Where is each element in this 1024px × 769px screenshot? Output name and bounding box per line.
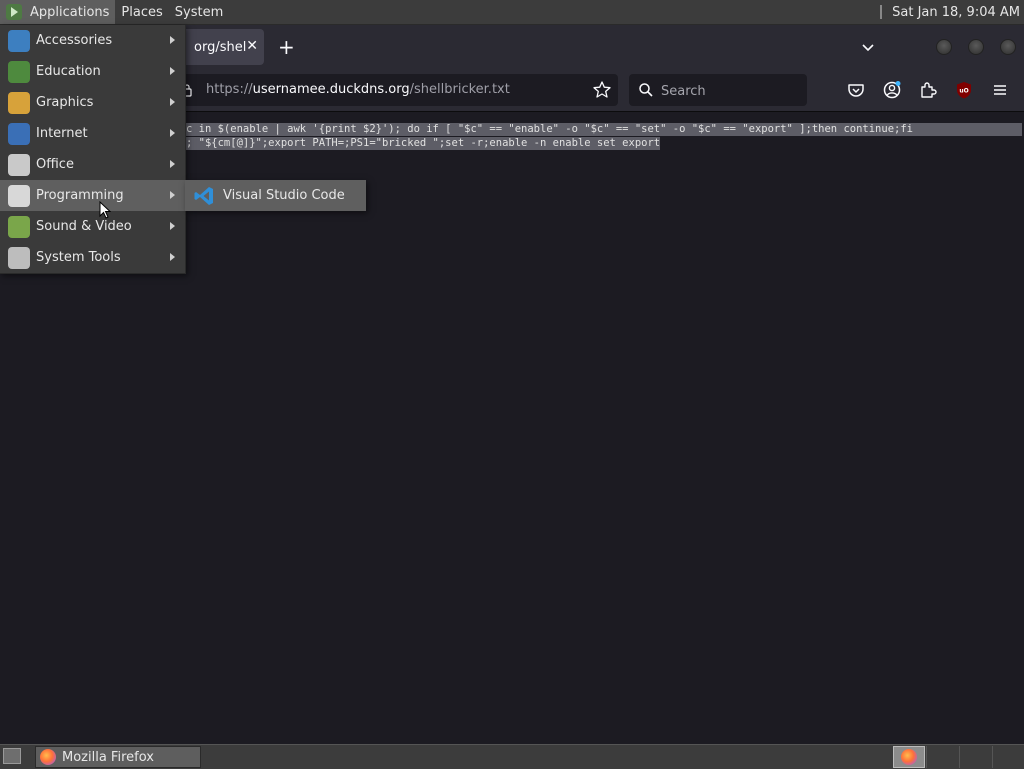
graphics-icon xyxy=(8,91,30,114)
accessories-icon xyxy=(8,29,30,52)
minimize-button[interactable] xyxy=(936,39,952,55)
menu-item-label: Office xyxy=(36,157,74,172)
menu-item-sound-video[interactable]: Sound & Video xyxy=(0,211,185,242)
clock-label: Sat Jan 18, 9:04 AM xyxy=(892,4,1020,20)
menu-item-label: Internet xyxy=(36,126,88,141)
menu-item-system-tools[interactable]: System Tools xyxy=(0,242,185,273)
top-panel: Applications Places System Sat Jan 18, 9… xyxy=(0,0,1024,25)
menu-item-office[interactable]: Office xyxy=(0,149,185,180)
applications-dropdown: Accessories Education Graphics Internet Offi… xyxy=(0,25,186,274)
system-tools-icon xyxy=(8,246,30,269)
url-host: usernamee.duckdns.org xyxy=(252,82,410,97)
url-path: /shellbricker.txt xyxy=(409,82,510,97)
applications-logo-icon xyxy=(6,4,22,20)
submenu-item-label: Visual Studio Code xyxy=(223,188,345,203)
close-tab-icon[interactable]: ✕ xyxy=(246,38,258,54)
submenu-arrow-icon xyxy=(170,129,175,137)
programming-icon xyxy=(8,184,30,207)
places-menu-label: Places xyxy=(121,4,163,20)
menu-item-programming[interactable]: Programming xyxy=(0,180,185,211)
internet-icon xyxy=(8,122,30,145)
selected-code-line: c in $(enable | awk '{print $2}'); do if… xyxy=(186,123,1022,136)
search-input[interactable] xyxy=(659,80,803,102)
pocket-icon[interactable] xyxy=(846,80,866,100)
applications-menu-label: Applications xyxy=(30,4,110,20)
show-desktop-icon[interactable] xyxy=(3,748,21,764)
taskbar-window-label: Mozilla Firefox xyxy=(62,749,154,765)
submenu-arrow-icon xyxy=(170,98,175,106)
menu-item-accessories[interactable]: Accessories xyxy=(0,25,185,56)
submenu-arrow-icon xyxy=(170,36,175,44)
menu-item-label: Sound & Video xyxy=(36,219,132,234)
menu-item-label: Accessories xyxy=(36,33,113,48)
mouse-cursor-icon xyxy=(99,201,111,219)
submenu-arrow-icon xyxy=(170,191,175,199)
office-icon xyxy=(8,153,30,176)
menu-item-graphics[interactable]: Graphics xyxy=(0,87,185,118)
menu-item-internet[interactable]: Internet xyxy=(0,118,185,149)
menu-item-label: Graphics xyxy=(36,95,94,110)
system-menu-label: System xyxy=(174,4,224,20)
browser-tab[interactable]: org/shellbricker.txt ✕ xyxy=(176,29,264,65)
panel-separator xyxy=(880,5,883,19)
workspace-switcher-4[interactable] xyxy=(992,746,1024,768)
chevron-down-icon[interactable] xyxy=(860,39,876,55)
firefox-icon xyxy=(901,749,917,765)
new-tab-button[interactable]: + xyxy=(278,35,295,59)
close-window-button[interactable] xyxy=(1000,39,1016,55)
bottom-panel: Mozilla Firefox xyxy=(0,744,1024,769)
submenu-arrow-icon xyxy=(170,160,175,168)
applications-menu[interactable]: Applications xyxy=(0,0,116,24)
search-icon xyxy=(639,83,653,97)
url-text: https://usernamee.duckdns.org/shellbrick… xyxy=(206,82,510,97)
menu-item-education[interactable]: Education xyxy=(0,56,185,87)
ublock-origin-icon[interactable]: uO xyxy=(954,80,974,100)
menu-item-label: System Tools xyxy=(36,250,121,265)
maximize-button[interactable] xyxy=(968,39,984,55)
hamburger-menu-icon[interactable] xyxy=(990,80,1010,100)
workspace-switcher-2[interactable] xyxy=(926,746,958,768)
places-menu[interactable]: Places xyxy=(115,0,168,24)
submenu-arrow-icon xyxy=(170,67,175,75)
workspace-switcher-1[interactable] xyxy=(893,746,925,768)
education-icon xyxy=(8,60,30,83)
svg-text:uO: uO xyxy=(959,88,968,95)
menu-item-label: Education xyxy=(36,64,101,79)
submenu-arrow-icon xyxy=(170,222,175,230)
sound-video-icon xyxy=(8,215,30,238)
system-menu[interactable]: System xyxy=(169,0,229,24)
taskbar-window-firefox[interactable]: Mozilla Firefox xyxy=(35,746,201,768)
programming-submenu: Visual Studio Code xyxy=(185,180,366,211)
vscode-icon xyxy=(194,186,213,205)
submenu-arrow-icon xyxy=(170,253,175,261)
tab-title: org/shellbricker.txt xyxy=(194,39,246,55)
extensions-icon[interactable] xyxy=(918,80,938,100)
clock[interactable]: Sat Jan 18, 9:04 AM xyxy=(880,0,1020,24)
url-prefix: https:// xyxy=(206,82,253,97)
account-icon[interactable] xyxy=(882,80,902,100)
submenu-item-visual-studio-code[interactable]: Visual Studio Code xyxy=(185,180,366,211)
selected-code-line: ; "${cm[@]}";export PATH=;PS1="bricked "… xyxy=(186,137,661,150)
search-bar[interactable] xyxy=(629,74,807,106)
bookmark-star-icon[interactable] xyxy=(592,80,612,100)
workspace-switcher-3[interactable] xyxy=(959,746,991,768)
url-bar[interactable]: https://usernamee.duckdns.org/shellbrick… xyxy=(176,74,618,106)
firefox-icon xyxy=(40,749,56,765)
